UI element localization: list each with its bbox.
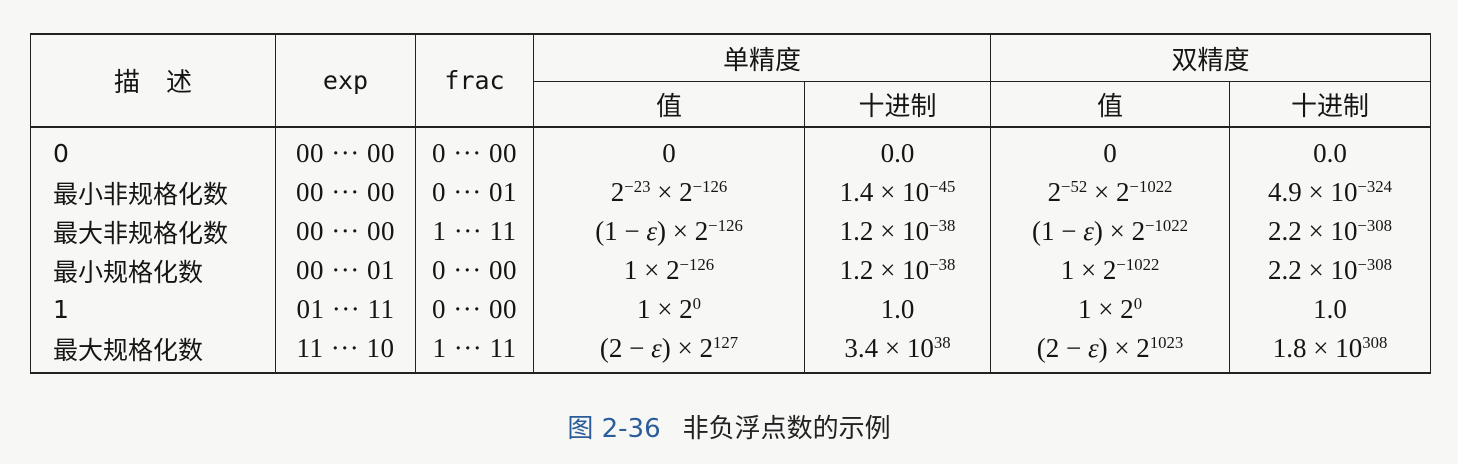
- cell-double-decimal: 2.2 × 10−308: [1229, 251, 1432, 290]
- cell-single-value: 1 × 2−126: [533, 251, 805, 290]
- cell-frac: 1 ··· 11: [415, 329, 534, 374]
- cell-single-decimal: 3.4 × 1038: [803, 329, 992, 374]
- figure-title: 非负浮点数的示例: [682, 414, 891, 444]
- cell-frac: 1 ··· 11: [415, 212, 534, 251]
- header-single-decimal: 十进制: [803, 81, 992, 128]
- cell-description: 最小规格化数: [30, 251, 276, 290]
- cell-single-value: 0: [533, 127, 805, 173]
- cell-exp: 00 ··· 01: [275, 251, 416, 290]
- cell-single-decimal: 1.2 × 10−38: [803, 251, 992, 290]
- cell-single-decimal: 0.0: [803, 127, 992, 173]
- cell-frac: 0 ··· 00: [415, 251, 534, 290]
- cell-frac: 0 ··· 00: [415, 127, 534, 173]
- cell-frac: 0 ··· 00: [415, 290, 534, 329]
- table-row: 最大规格化数 11 ··· 10 1 ··· 11 (2 − ε) × 2127 3.4…: [30, 329, 1432, 374]
- cell-double-decimal: 4.9 × 10−324: [1229, 173, 1432, 212]
- cell-single-decimal: 1.0: [803, 290, 992, 329]
- cell-description: 最大规格化数: [30, 329, 276, 374]
- cell-double-value: 0: [990, 127, 1231, 173]
- cell-description: 1: [30, 290, 276, 329]
- header-frac: frac: [415, 33, 534, 128]
- cell-double-value: 2−52 × 2−1022: [990, 173, 1231, 212]
- header-exp: exp: [275, 33, 416, 128]
- cell-double-value: (1 − ε) × 2−1022: [990, 212, 1231, 251]
- header-double-decimal: 十进制: [1229, 81, 1432, 128]
- cell-exp: 11 ··· 10: [275, 329, 416, 374]
- cell-exp: 01 ··· 11: [275, 290, 416, 329]
- cell-exp: 00 ··· 00: [275, 127, 416, 173]
- table-body: 0 00 ··· 00 0 ··· 00 0 0.0 0 0.0 最小非规格化数 00 ··· …: [30, 127, 1432, 374]
- cell-exp: 00 ··· 00: [275, 212, 416, 251]
- cell-description: 0: [30, 127, 276, 173]
- header-single-value: 值: [533, 81, 805, 128]
- cell-double-value: 1 × 2−1022: [990, 251, 1231, 290]
- header-double-value: 值: [990, 81, 1231, 128]
- cell-description: 最大非规格化数: [30, 212, 276, 251]
- table-row: 最小非规格化数 00 ··· 00 0 ··· 01 2−23 × 2−126 1.4 …: [30, 173, 1432, 212]
- cell-single-value: (2 − ε) × 2127: [533, 329, 805, 374]
- cell-double-decimal: 0.0: [1229, 127, 1432, 173]
- header-single-precision: 单精度: [532, 33, 992, 82]
- cell-single-decimal: 1.4 × 10−45: [803, 173, 992, 212]
- cell-single-value: 1 × 20: [533, 290, 805, 329]
- table-row: 最小规格化数 00 ··· 01 0 ··· 00 1 × 2−126 1.2 × 10…: [30, 251, 1432, 290]
- cell-double-decimal: 1.8 × 10308: [1229, 329, 1432, 374]
- header-description: 描 述: [30, 33, 276, 128]
- header-double-precision: 双精度: [990, 33, 1432, 82]
- table-row: 最大非规格化数 00 ··· 00 1 ··· 11 (1 − ε) × 2−126 1…: [30, 212, 1432, 251]
- cell-double-decimal: 2.2 × 10−308: [1229, 212, 1432, 251]
- figure-caption: 图 2-36 非负浮点数的示例: [0, 408, 1458, 445]
- cell-single-value: 2−23 × 2−126: [533, 173, 805, 212]
- cell-single-decimal: 1.2 × 10−38: [803, 212, 992, 251]
- cell-double-value: (2 − ε) × 21023: [990, 329, 1231, 374]
- cell-double-decimal: 1.0: [1229, 290, 1432, 329]
- table-row: 0 00 ··· 00 0 ··· 00 0 0.0 0 0.0: [30, 127, 1432, 173]
- figure-number: 图 2-36: [567, 414, 661, 444]
- table-row: 1 01 ··· 11 0 ··· 00 1 × 20 1.0 1 × 20 1.0: [30, 290, 1432, 329]
- table-header: 描 述 exp frac 单精度 双精度 值 十进制 值 十进制: [30, 33, 1432, 128]
- cell-description: 最小非规格化数: [30, 173, 276, 212]
- cell-exp: 00 ··· 00: [275, 173, 416, 212]
- cell-frac: 0 ··· 01: [415, 173, 534, 212]
- cell-single-value: (1 − ε) × 2−126: [533, 212, 805, 251]
- cell-double-value: 1 × 20: [990, 290, 1231, 329]
- float-examples-table: 描 述 exp frac 单精度 双精度 值 十进制 值 十进制 0 00 ···…: [30, 33, 1432, 374]
